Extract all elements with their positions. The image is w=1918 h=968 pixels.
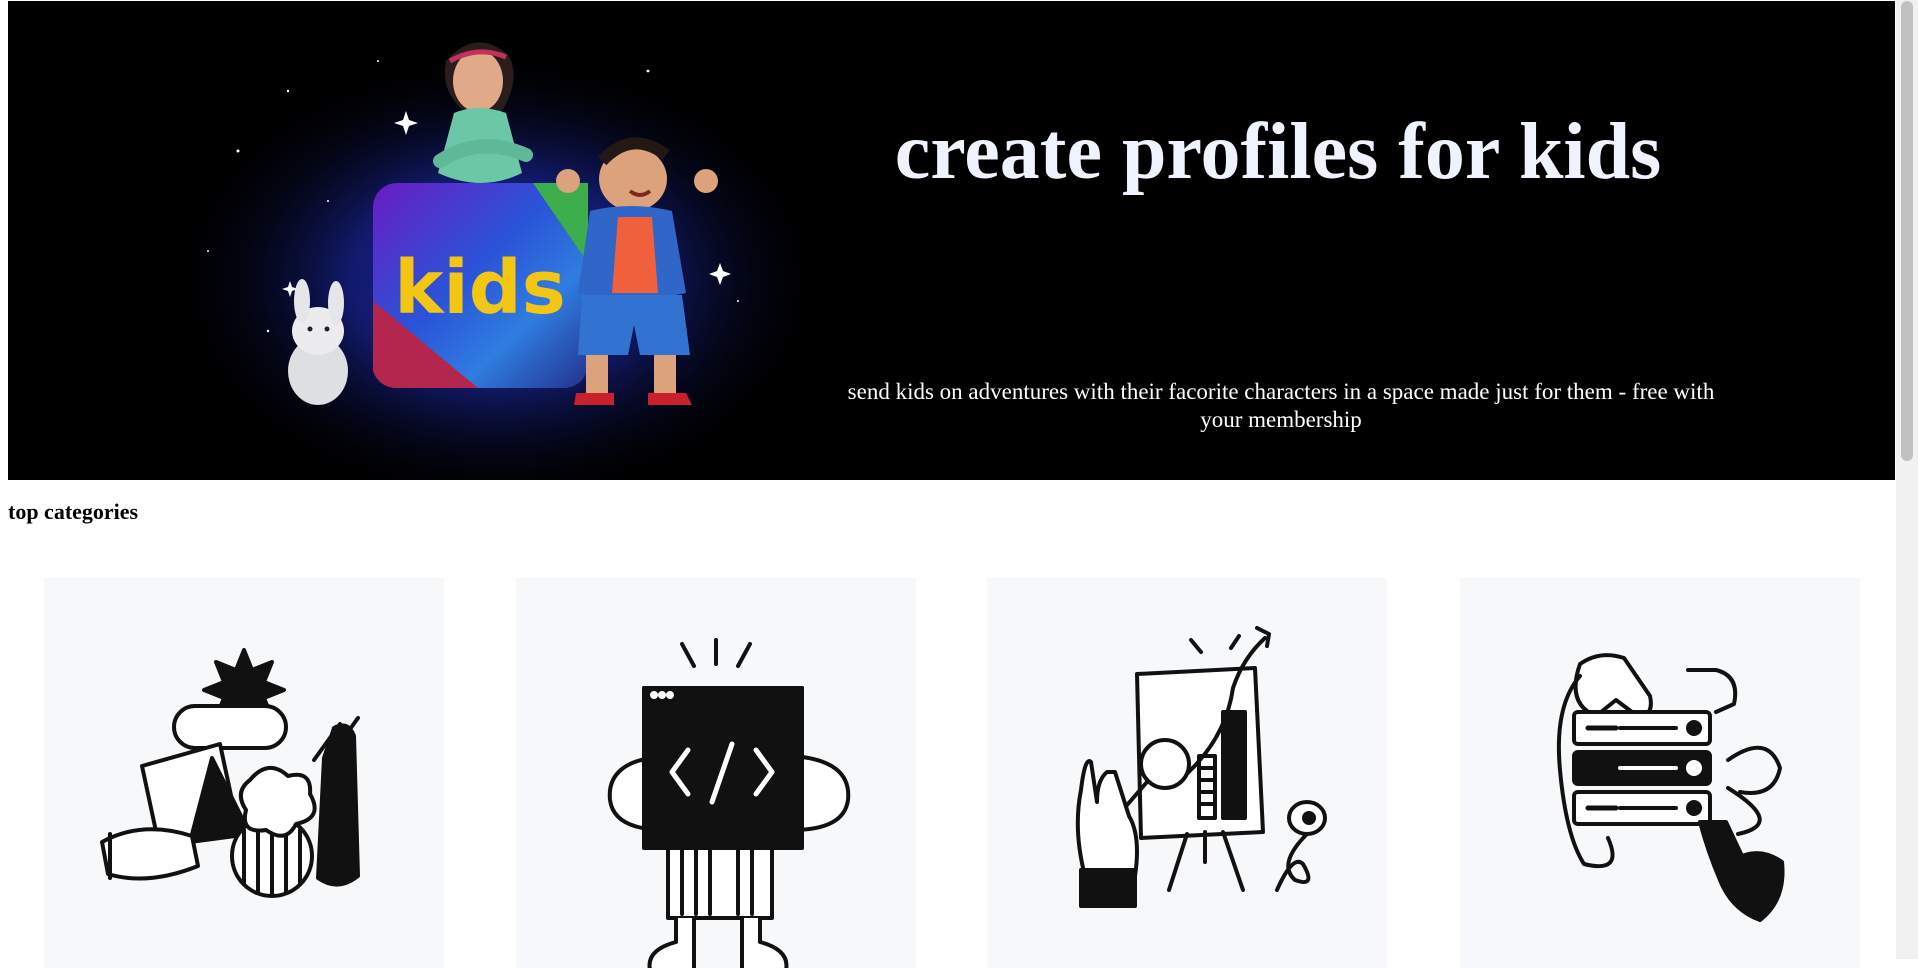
category-card-business[interactable] bbox=[987, 578, 1387, 968]
hero-title: create profiles for kids bbox=[894, 108, 1662, 196]
category-card-development[interactable] bbox=[516, 578, 916, 968]
kids-logo-tile: kids bbox=[373, 183, 588, 389]
code-screen-icon bbox=[607, 638, 851, 968]
hero-subtitle: send kids on adventures with their facor… bbox=[847, 379, 1715, 432]
top-categories-heading: top categories bbox=[8, 499, 139, 524]
presentation-chart-icon bbox=[1075, 626, 1327, 908]
design-shapes-icon bbox=[100, 648, 360, 898]
category-card-it[interactable] bbox=[1460, 578, 1860, 968]
scrollbar-thumb[interactable] bbox=[1901, 1, 1913, 461]
kids-hero-illustration: kids bbox=[178, 41, 798, 480]
kids-logo-text: kids bbox=[394, 245, 566, 331]
category-card-design[interactable] bbox=[44, 578, 444, 968]
kids-hero-banner: kids create profiles for kids send kids … bbox=[8, 1, 1895, 480]
page-scrollbar[interactable] bbox=[1896, 0, 1918, 959]
server-stack-icon bbox=[1556, 653, 1785, 922]
